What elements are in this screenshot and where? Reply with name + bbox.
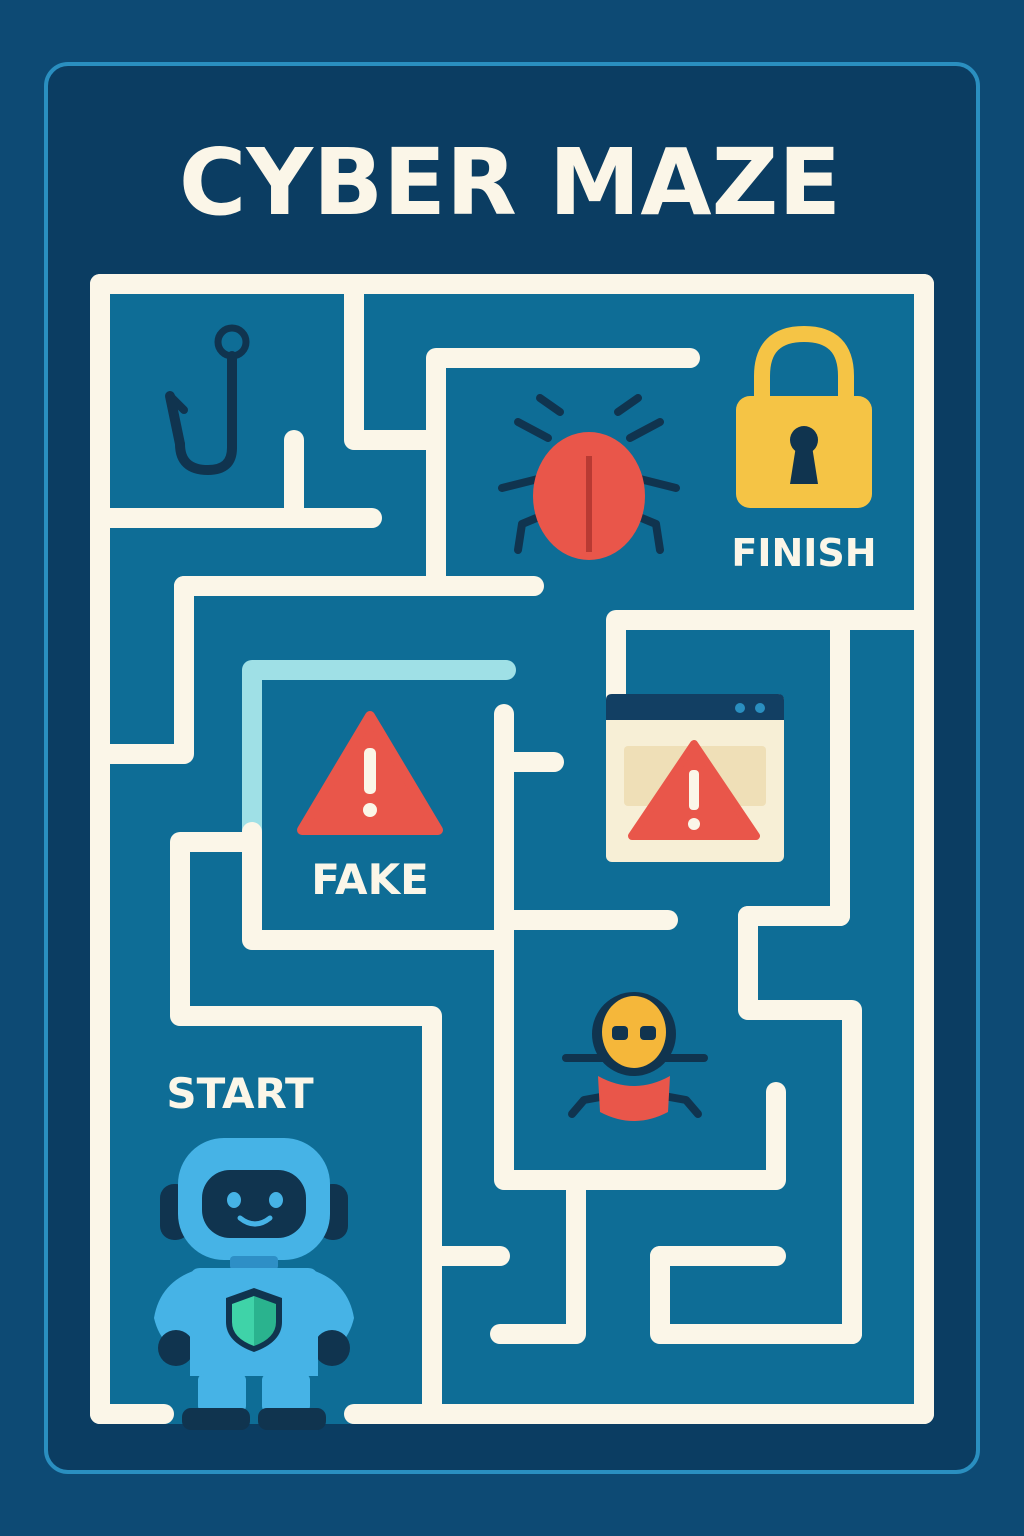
- maze-game-board: CYBER MAZE FINISH FAKE START: [44, 62, 980, 1474]
- browser-warning-popup-icon: [606, 694, 784, 862]
- game-title: CYBER MAZE: [179, 129, 841, 236]
- start-label: START: [166, 1069, 314, 1118]
- fake-label: FAKE: [311, 855, 429, 904]
- finish-label: FINISH: [731, 531, 876, 575]
